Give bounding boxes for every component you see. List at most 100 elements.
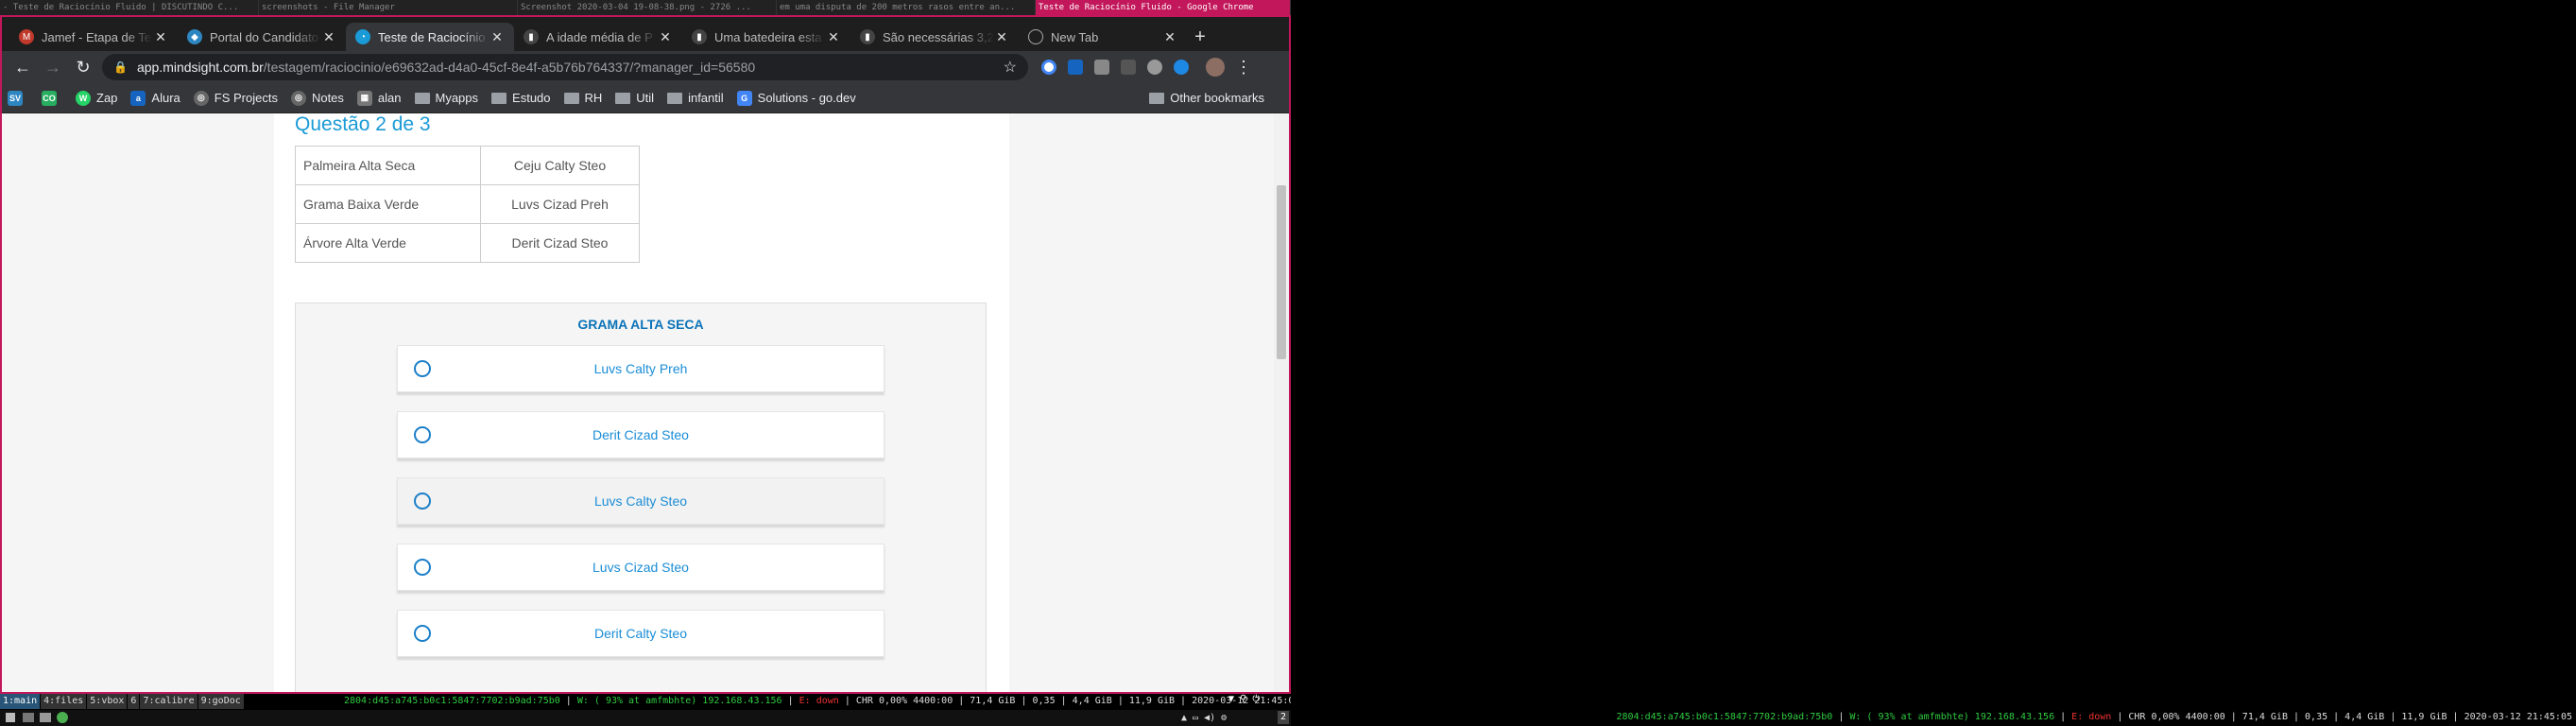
files-icon[interactable] (23, 713, 34, 722)
tab[interactable]: ▮ A idade média de P ✕ (514, 23, 682, 51)
close-icon[interactable]: ✕ (826, 29, 841, 45)
go-icon: G (736, 90, 752, 106)
bookmark-star-icon[interactable]: ☆ (1004, 58, 1017, 77)
chrome-window: M Jamef - Etapa de Te ✕ ◆ Portal do Cand… (0, 15, 1291, 694)
terminal-icon[interactable] (40, 713, 51, 722)
workspace-button[interactable]: 7:calibre (140, 694, 197, 709)
mindsight-icon: ◔ (355, 29, 370, 44)
table-cell: Grama Baixa Verde (295, 184, 481, 224)
bookmark-label: RH (584, 91, 603, 105)
m-extension-icon[interactable] (1115, 54, 1142, 80)
wifi-status: W: ( 93% at amfmbhte) 192.168.43.156 (576, 696, 782, 706)
table-cell: Luvs Cizad Preh (480, 184, 640, 224)
back-arrow-icon[interactable]: ← (8, 52, 38, 82)
bookmark-label: Notes (311, 91, 344, 105)
bookmark-label: FS Projects (214, 91, 278, 105)
status-bar-right: 2804:d45:a745:b0c1:5847:7702:b9ad:75b0 |… (1291, 694, 2576, 726)
window-title[interactable]: em uma disputa de 200 metros rasos entre… (777, 0, 1036, 15)
app-menu-icon[interactable] (6, 713, 15, 722)
ethernet-status: E: down (2071, 712, 2112, 722)
window-title[interactable]: - Teste de Raciocínio Fluido | DISCUTIND… (0, 0, 259, 15)
shield-extension-icon[interactable] (1062, 54, 1089, 80)
reload-icon[interactable]: ↻ (68, 52, 98, 82)
chrome-icon[interactable] (57, 712, 68, 723)
bookmark-label: Myapps (435, 91, 479, 105)
ethernet-status: E: down (799, 696, 839, 706)
workspace-button[interactable]: 6 (128, 694, 140, 709)
bookmark-folder-myapps[interactable]: Myapps (414, 91, 479, 105)
tab-active[interactable]: ◔ Teste de Raciocínio ✕ (346, 23, 514, 51)
ipv6-address: 2804:d45:a745:b0c1:5847:7702:b9ad:75b0 (1616, 712, 1833, 722)
puzzle-extension-icon[interactable] (1089, 54, 1115, 80)
workspace-button[interactable]: 1:main (0, 694, 41, 709)
close-icon[interactable]: ✕ (321, 29, 336, 45)
window-title-focused[interactable]: Teste de Raciocínio Fluido - Google Chro… (1036, 0, 1291, 15)
avatar[interactable] (1202, 54, 1228, 80)
bookmark-folder-util[interactable]: Util (615, 91, 654, 105)
forward-arrow-icon[interactable]: → (38, 52, 68, 82)
workspace-button[interactable]: 5:vbox (87, 694, 128, 709)
tab[interactable]: ▮ Uma batedeira esta ✕ (682, 23, 850, 51)
folder-icon (491, 92, 507, 104)
bookmark-item[interactable]: CO (42, 90, 62, 106)
close-icon[interactable]: ✕ (1162, 29, 1177, 45)
tab-label: Teste de Raciocínio (378, 29, 486, 44)
address-bar[interactable]: 🔒 app.mindsight.com.br/testagem/raciocin… (102, 54, 1028, 80)
bookmark-go-dev[interactable]: G Solutions - go.dev (736, 90, 856, 106)
bookmark-alura[interactable]: a Alura (130, 90, 180, 106)
window-titles-bar: - Teste de Raciocínio Fluido | DISCUTIND… (0, 0, 1291, 15)
bookmark-folder-infantil[interactable]: infantil (667, 91, 724, 105)
table-cell: Palmeira Alta Seca (295, 146, 481, 185)
sv-icon: SV (8, 90, 23, 106)
bookmark-folder-estudo[interactable]: Estudo (491, 91, 551, 105)
status-line: 2804:d45:a745:b0c1:5847:7702:b9ad:75b0 |… (344, 696, 1300, 706)
blue-extension-icon[interactable] (1168, 54, 1194, 80)
tray-wifi-icon: ▼ ⚲ ⏻ (1228, 694, 1261, 704)
tab[interactable]: ▮ São necessárias 3,2 ✕ (850, 23, 1019, 51)
bookmark-alan[interactable]: ▦ alan (356, 90, 402, 106)
bookmark-notes[interactable]: ◎ Notes (290, 90, 344, 106)
option-label: Derit Calty Steo (593, 626, 688, 641)
tab[interactable]: M Jamef - Etapa de Te ✕ (9, 23, 178, 51)
menu-dots-icon[interactable]: ⋮ (1228, 52, 1259, 82)
browser-toolbar: ← → ↻ 🔒 app.mindsight.com.br/testagem/ra… (2, 51, 1289, 83)
close-icon[interactable]: ✕ (658, 29, 673, 45)
page-scrollbar[interactable] (1274, 113, 1289, 692)
table-row: Grama Baixa Verde Luvs Cizad Preh (295, 184, 640, 224)
table-cell: Derit Cizad Steo (480, 223, 640, 263)
workspace-button[interactable]: 9:goDoc (197, 694, 244, 709)
bookmark-zap[interactable]: W Zap (76, 90, 117, 106)
bookmark-fs-projects[interactable]: ◎ FS Projects (193, 90, 278, 106)
option-label: Derit Cizad Steo (592, 427, 689, 442)
image-icon: ▦ (356, 90, 372, 106)
window-title[interactable]: Screenshot 2020-03-04 19-08-38.png - 272… (518, 0, 777, 15)
folder-icon (615, 92, 631, 104)
answer-option[interactable]: Luvs Calty Steo (397, 477, 884, 525)
bookmark-item[interactable]: SV (8, 90, 28, 106)
answer-option[interactable]: Derit Cizad Steo (397, 411, 884, 458)
new-tab-button[interactable]: + (1187, 23, 1213, 51)
table-cell: Árvore Alta Verde (295, 223, 481, 263)
other-bookmarks[interactable]: Other bookmarks (1149, 91, 1264, 105)
answer-option[interactable]: Luvs Cizad Steo (397, 544, 884, 591)
bookmarks-bar: SV CO W Zap a Alura ◎ FS Projects ◎ Notes ▦ a… (2, 83, 1289, 113)
close-icon[interactable]: ✕ (489, 29, 505, 45)
tab-label: Jamef - Etapa de Te (42, 29, 152, 44)
scrollbar-thumb[interactable] (1277, 185, 1286, 359)
answer-option[interactable]: Luvs Calty Preh (397, 345, 884, 392)
option-label: Luvs Cizad Steo (592, 560, 689, 575)
star-extension-icon[interactable] (1142, 54, 1168, 80)
workspace-button[interactable]: 4:files (41, 694, 87, 709)
close-icon[interactable]: ✕ (153, 29, 168, 45)
google-extension-icon[interactable] (1036, 54, 1062, 80)
close-icon[interactable]: ✕ (994, 29, 1009, 45)
window-title[interactable]: screenshots - File Manager (259, 0, 518, 15)
tab[interactable]: New Tab ✕ (1019, 23, 1187, 51)
status-bar-left: 1:main 4:files 5:vbox 6 7:calibre 9:goDoc 280… (0, 694, 1299, 726)
bookmark-folder-rh[interactable]: RH (563, 91, 603, 105)
workspace-number: 2 (1278, 711, 1289, 724)
bookmark-label: Alura (151, 91, 180, 105)
answer-option[interactable]: Derit Calty Steo (397, 610, 884, 657)
ipv6-address: 2804:d45:a745:b0c1:5847:7702:b9ad:75b0 (344, 696, 560, 706)
tab[interactable]: ◆ Portal do Candidato ✕ (178, 23, 346, 51)
